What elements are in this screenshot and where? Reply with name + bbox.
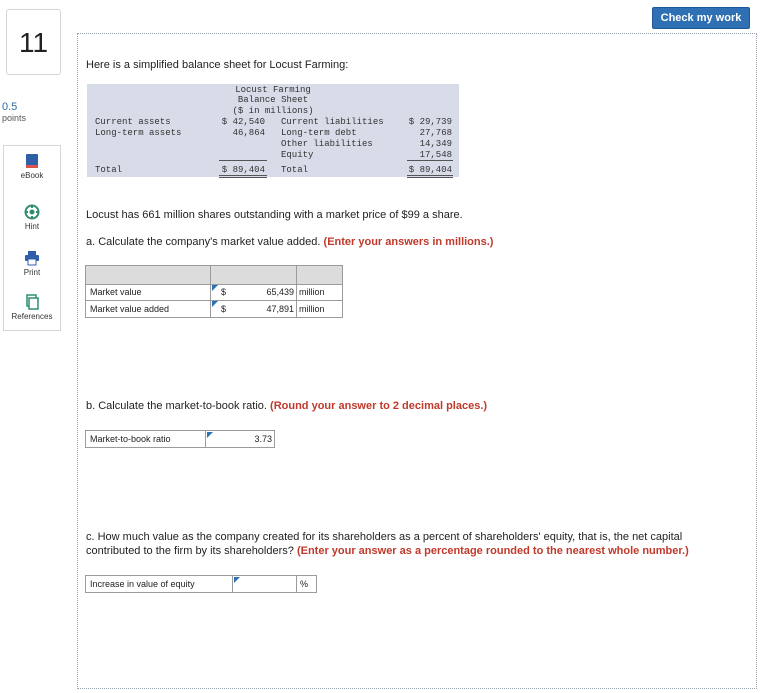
bs-right-label: Current liabilities <box>281 117 384 127</box>
part-a-text: a. Calculate the company's market value … <box>86 236 321 248</box>
currency-symbol: $ <box>221 287 227 297</box>
unit-label: million <box>299 287 325 297</box>
part-b-instruction: (Round your answer to 2 decimal places.) <box>270 400 488 412</box>
double-rule <box>219 175 267 178</box>
bs-right-value: 17,548 <box>419 150 452 160</box>
market-to-book-label: Market-to-book ratio <box>90 434 171 444</box>
bs-right-value: $ 29,739 <box>408 117 452 127</box>
part-c-table: Increase in value of equity % <box>85 575 317 593</box>
bs-total-right-value: $ 89,404 <box>408 165 452 175</box>
bs-right-value: 14,349 <box>419 139 452 149</box>
bs-total-right-label: Total <box>281 165 309 175</box>
bs-right-label: Long-term debt <box>281 128 357 138</box>
balance-sheet-title: Locust Farming <box>235 85 311 95</box>
flag-icon <box>234 577 240 583</box>
market-value-label: Market value <box>90 287 142 297</box>
tool-ebook[interactable]: eBook <box>4 153 60 180</box>
balance-sheet: Locust Farming Balance Sheet ($ in milli… <box>87 84 459 178</box>
market-value-added-input[interactable]: 47,891 <box>236 304 294 314</box>
double-rule <box>407 175 453 178</box>
unit-label: million <box>299 304 325 314</box>
tool-label: Hint <box>24 222 40 231</box>
tool-references[interactable]: References <box>4 294 60 321</box>
part-a-instruction: (Enter your answers in millions.) <box>323 236 494 248</box>
ebook-icon <box>26 154 38 168</box>
bs-right-value: 27,768 <box>419 128 452 138</box>
tool-label: Print <box>23 268 41 277</box>
tool-label: References <box>11 312 53 321</box>
flag-icon <box>212 285 218 291</box>
question-number: 11 <box>6 9 61 75</box>
increase-equity-label: Increase in value of equity <box>90 579 195 589</box>
balance-sheet-subtitle: Balance Sheet <box>237 95 309 105</box>
rule <box>407 160 453 161</box>
part-b-table: Market-to-book ratio 3.73 <box>85 430 275 448</box>
bs-left-value: $ 42,540 <box>221 117 265 127</box>
prompt-text: Here is a simplified balance sheet for L… <box>86 59 349 71</box>
print-icon <box>25 251 39 266</box>
tool-print[interactable]: Print <box>4 250 60 277</box>
balance-sheet-units: ($ in millions) <box>232 106 314 116</box>
bs-total-left-label: Total <box>95 165 123 175</box>
rule <box>219 160 267 161</box>
tool-label: eBook <box>20 171 44 180</box>
bs-total-left-value: $ 89,404 <box>221 165 265 175</box>
part-a-table: Market value $ 65,439 million Market val… <box>85 265 343 318</box>
percent-unit: % <box>300 579 309 589</box>
check-my-work-button[interactable]: Check my work <box>652 7 750 29</box>
part-c-instruction: (Enter your answer as a percentage round… <box>296 545 689 557</box>
part-b-text: b. Calculate the market-to-book ratio. <box>86 400 267 412</box>
part-a-table-header <box>86 266 342 284</box>
market-value-added-label: Market value added <box>90 304 170 314</box>
currency-symbol: $ <box>221 304 227 314</box>
part-c-question: c. How much value as the company created… <box>86 530 746 558</box>
market-value-input[interactable]: 65,439 <box>236 287 294 297</box>
points: 0.5 points <box>2 101 26 123</box>
bs-left-label: Current assets <box>95 117 171 127</box>
hint-icon <box>24 204 40 220</box>
references-icon <box>26 294 39 310</box>
bs-right-label: Other liabilities <box>281 139 373 149</box>
tool-hint[interactable]: Hint <box>4 204 60 231</box>
bs-left-value: 46,864 <box>232 128 265 138</box>
points-value: 0.5 <box>2 101 18 113</box>
bs-right-label: Equity <box>281 150 314 160</box>
part-c-text-2: contributed to the firm by its sharehold… <box>86 545 294 557</box>
bs-left-label: Long-term assets <box>95 128 182 138</box>
tools-panel: eBook Hint Print References <box>3 145 61 331</box>
part-a-question: a. Calculate the company's market value … <box>86 236 493 248</box>
part-b-question: b. Calculate the market-to-book ratio. (… <box>86 400 487 412</box>
points-label: points <box>2 113 27 123</box>
part-c-text-1: c. How much value as the company created… <box>86 531 683 543</box>
flag-icon <box>212 301 218 307</box>
market-to-book-input[interactable]: 3.73 <box>210 434 272 444</box>
info-text: Locust has 661 million shares outstandin… <box>86 209 463 221</box>
